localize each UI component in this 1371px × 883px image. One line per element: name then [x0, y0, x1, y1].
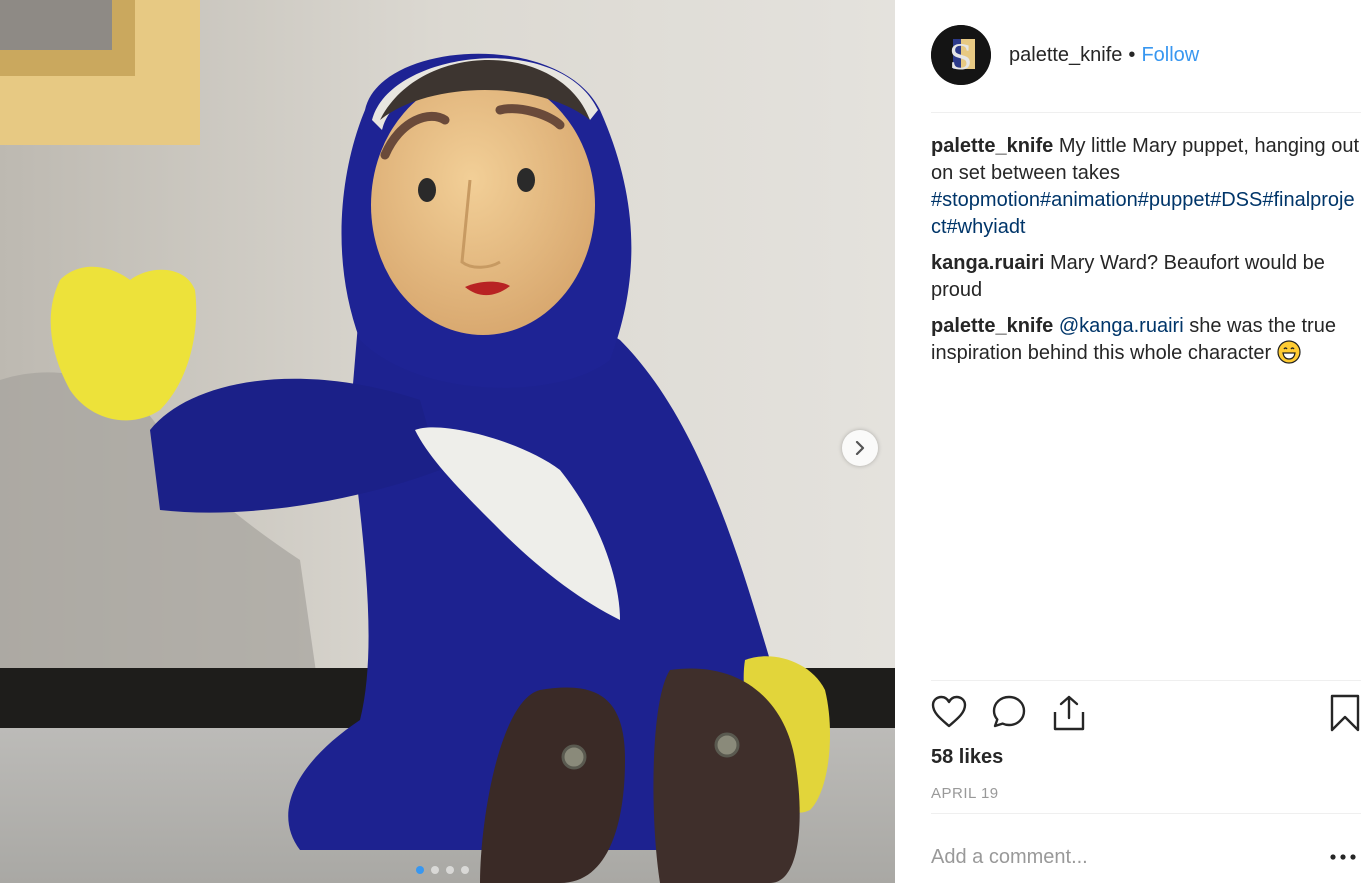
carousel-dot: [446, 866, 454, 874]
post-details-panel: S palette_knife • Follow palette_knife M…: [895, 0, 1371, 883]
carousel-dot: [416, 866, 424, 874]
mention-link[interactable]: @kanga.ruairi: [1059, 315, 1184, 337]
bookmark-icon[interactable]: [1329, 694, 1361, 732]
post-photo[interactable]: [0, 0, 895, 883]
carousel-dot: [431, 866, 439, 874]
comment-item: kanga.ruairi Mary Ward? Beaufort would b…: [931, 250, 1363, 304]
carousel-indicator: [416, 866, 469, 874]
comment-username[interactable]: palette_knife: [931, 315, 1053, 337]
header-divider: [931, 112, 1361, 113]
hashtag-links[interactable]: #stopmotion#animation#puppet#DSS#finalpr…: [931, 189, 1355, 238]
comment-input-divider: [931, 813, 1361, 814]
grinning-face-icon: [1277, 340, 1301, 364]
svg-text:S: S: [949, 38, 972, 78]
carousel-dot: [461, 866, 469, 874]
chevron-right-icon: [855, 441, 865, 455]
avatar[interactable]: S: [931, 25, 991, 85]
comment-icon[interactable]: [991, 694, 1027, 730]
caption-comment: palette_knife My little Mary puppet, han…: [931, 133, 1363, 241]
carousel-next-button[interactable]: [842, 430, 878, 466]
likes-count[interactable]: 58 likes: [931, 746, 1003, 769]
avatar-image: S: [931, 25, 991, 85]
actions-divider: [931, 680, 1361, 681]
comment-item: palette_knife @kanga.ruairi she was the …: [931, 313, 1363, 367]
post-author-username[interactable]: palette_knife: [1009, 44, 1122, 67]
header-separator: •: [1128, 43, 1136, 66]
comments-list: palette_knife My little Mary puppet, han…: [931, 133, 1363, 376]
more-icon[interactable]: [1329, 845, 1357, 869]
puppet-photo-image: [0, 0, 895, 883]
post-date: APRIL 19: [931, 785, 999, 802]
comment-username[interactable]: palette_knife: [931, 135, 1053, 157]
add-comment-input[interactable]: [931, 842, 1311, 872]
post-actions: [931, 694, 1363, 734]
follow-button[interactable]: Follow: [1141, 44, 1199, 67]
post-header: S palette_knife • Follow: [931, 25, 1361, 85]
heart-icon[interactable]: [931, 694, 967, 730]
comment-username[interactable]: kanga.ruairi: [931, 252, 1044, 274]
share-icon[interactable]: [1051, 694, 1087, 732]
